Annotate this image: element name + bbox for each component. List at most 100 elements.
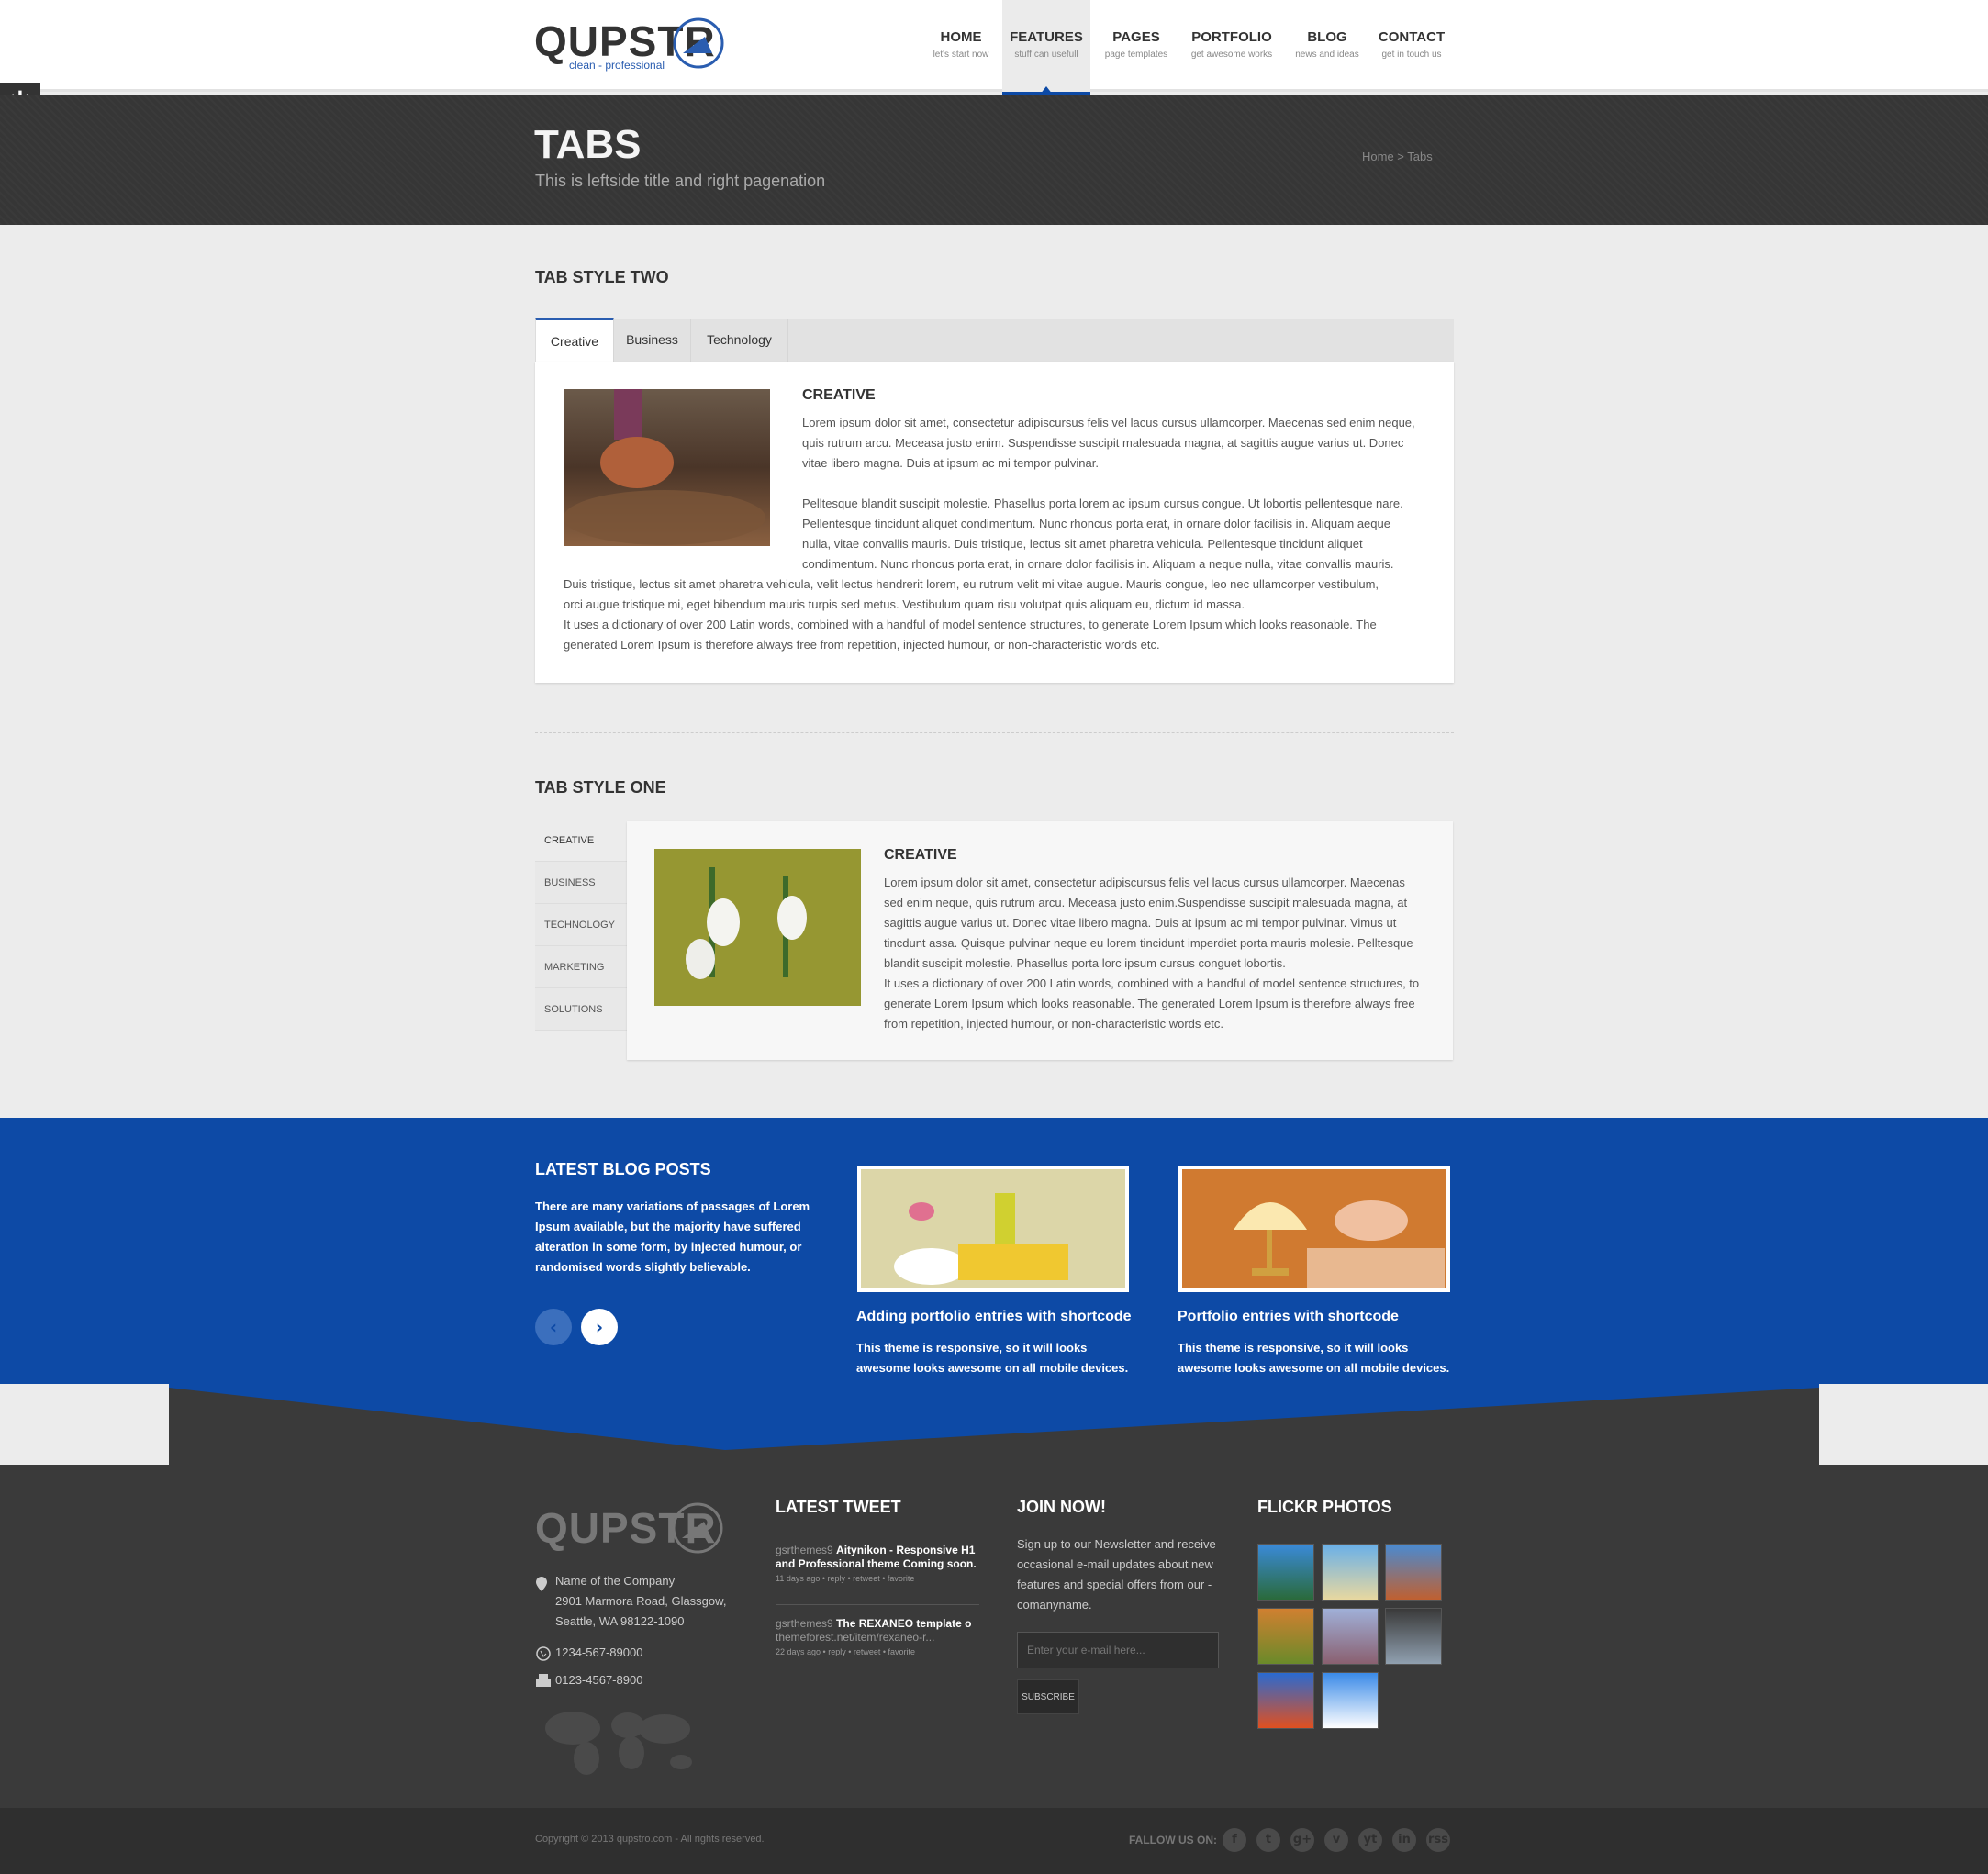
nav-features[interactable]: FEATURES stuff can usefull [1002,0,1090,95]
running-shoe-image [564,389,770,546]
follow-us-label: FALLOW US ON: [1129,1834,1217,1846]
tweet-1-text: Aitynikon - Responsive H1 [836,1544,976,1556]
flickr-photo-5[interactable] [1322,1608,1379,1665]
tweet-divider [776,1604,979,1605]
tweet-1[interactable]: gsrthemes9 Aitynikon - Responsive H1 and… [776,1544,979,1586]
blog-post-1-text: This theme is responsive, so it will loo… [856,1341,1129,1375]
tab-creative[interactable]: Creative [535,318,614,362]
snowdrop-flower-image [654,849,861,1006]
tweet-2-meta: 22 days ago • reply • retweet • favorite [776,1647,916,1656]
nav-portfolio[interactable]: PORTFOLIO get awesome works [1186,0,1278,95]
fax-icon [536,1674,551,1687]
blog-intro: There are many variations of passages of… [535,1199,810,1274]
tab-bar-two: Creative Business Technology [535,318,1454,362]
nav-blog[interactable]: BLOG news and ideas [1290,0,1364,95]
chevron-right-icon: › [595,1316,604,1338]
panel-two-paragraph-1: Lorem ipsum dolor sit amet, consectetur … [802,416,1415,470]
latest-blog-section: LATEST BLOG POSTS There are many variati… [0,1118,1988,1384]
footer-bottom-bar: Copyright © 2013 qupstro.com - All right… [0,1808,1988,1874]
tweet-2-user: gsrthemes9 [776,1617,833,1630]
panel-two-line-4: condimentum. Nunc rhoncus porta erat, in… [802,557,1394,571]
panel-two-line-1: Pelltesque blandit suscipit molestie. Ph… [802,496,1403,510]
rss-icon[interactable]: rss [1426,1828,1450,1852]
page-title: TABS [534,122,642,167]
join-text: Sign up to our Newsletter and receive oc… [1017,1537,1216,1612]
flickr-photo-4[interactable] [1257,1608,1314,1665]
logo[interactable]: QUPSTR clean - professional [534,17,724,72]
phone-number: 1234-567-89000 [555,1645,643,1659]
youtube-icon[interactable]: yt [1358,1828,1382,1852]
panel-two-line-5: Duis tristique, lectus sit amet pharetra… [564,577,1379,591]
world-map-icon [545,1712,692,1775]
tweet-1-meta: 11 days ago • reply • retweet • favorite [776,1574,915,1583]
blog-prev-button[interactable]: ‹ [535,1309,572,1345]
page-banner: TABS This is leftside title and right pa… [0,95,1988,225]
blog-post-1-image[interactable] [857,1166,1129,1292]
flickr-photo-2[interactable] [1322,1544,1379,1601]
tweet-1-text-2: and Professional theme Coming soon. [776,1557,977,1570]
logo-icon [673,17,724,69]
flickr-heading: FLICKR PHOTOS [1257,1498,1392,1516]
panel-one-title: CREATIVE [884,847,957,863]
flickr-photo-7[interactable] [1257,1672,1314,1729]
tweet-2-text: The REXANEO template o [836,1617,972,1630]
map-pin-icon [536,1577,547,1591]
nav-contact[interactable]: CONTACT get in touch us [1373,0,1450,95]
nav-home[interactable]: HOME let's start now [929,0,993,95]
chevron-left-icon: ‹ [549,1316,558,1338]
facebook-icon[interactable]: f [1223,1828,1246,1852]
panel-two-line-2: Pellentesque tincidunt aliquet condiment… [802,517,1390,530]
site-footer: QUPSTR Name of the Company 2901 Marmora … [0,1465,1988,1808]
newsletter-email-input[interactable] [1017,1632,1219,1668]
tab-style-one-heading: TAB STYLE ONE [535,778,666,797]
vtab-creative[interactable]: CREATIVE [535,820,627,862]
flickr-photo-3[interactable] [1385,1544,1442,1601]
vtab-solutions[interactable]: SOLUTIONS [535,988,627,1031]
blog-post-2-title[interactable]: Portfolio entries with shortcode [1178,1309,1399,1325]
panel-one-paragraph-2: It uses a dictionary of over 200 Latin w… [884,976,1420,1031]
blog-post-2-text: This theme is responsive, so it will loo… [1178,1341,1450,1375]
vertical-tab-list: CREATIVE BUSINESS TECHNOLOGY MARKETING S… [535,820,627,1031]
panel-two-title: CREATIVE [802,387,876,403]
logo-tagline: clean - professional [569,59,665,72]
site-header: QUPSTR clean - professional HOME let's st… [0,0,1988,95]
latest-tweet-heading: LATEST TWEET [776,1498,901,1516]
blog-post-1-title[interactable]: Adding portfolio entries with shortcode [856,1309,1132,1325]
footer-logo[interactable]: QUPSTR [535,1502,723,1554]
vtab-business[interactable]: BUSINESS [535,862,627,904]
address-line-1: Name of the Company [555,1574,676,1588]
tab-style-two-heading: TAB STYLE TWO [535,268,669,286]
tab-panel-two: CREATIVE Lorem ipsum dolor sit amet, con… [535,362,1454,683]
fax-number: 0123-4567-8900 [555,1673,643,1687]
tab-technology[interactable]: Technology [691,319,788,362]
footer-notch-shape [0,1384,1988,1467]
flickr-photo-8[interactable] [1322,1672,1379,1729]
vimeo-icon[interactable]: v [1324,1828,1348,1852]
copyright: Copyright © 2013 qupstro.com - All right… [535,1834,765,1845]
footer-logo-icon [672,1502,723,1554]
tweet-2-text-2: themeforest.net/item/rexaneo-r... [776,1631,935,1644]
subscribe-button[interactable]: SUBSCRIBE [1017,1679,1079,1714]
nav-pages[interactable]: PAGES page templates [1100,0,1173,95]
panel-one-paragraph-1: Lorem ipsum dolor sit amet, consectetur … [884,876,1413,970]
vtab-marketing[interactable]: MARKETING [535,946,627,988]
tab-panel-one: CREATIVE Lorem ipsum dolor sit amet, con… [627,821,1453,1060]
google-plus-icon[interactable]: g+ [1290,1828,1314,1852]
page-subtitle: This is leftside title and right pagenat… [535,172,826,190]
social-icons: f t g+ v yt in rss [1223,1828,1460,1852]
section-divider [535,732,1454,733]
panel-two-line-6: orci augue tristique mi, eget bibendum m… [564,597,1245,611]
tweet-2[interactable]: gsrthemes9 The REXANEO template o themef… [776,1617,979,1659]
blog-next-button[interactable]: › [581,1309,618,1345]
breadcrumb[interactable]: Home > Tabs [1362,150,1433,163]
linkedin-icon[interactable]: in [1392,1828,1416,1852]
vtab-technology[interactable]: TECHNOLOGY [535,904,627,946]
tab-business[interactable]: Business [614,319,691,362]
address-line-3: Seattle, WA 98122-1090 [555,1614,685,1628]
panel-two-line-3: nulla, vitae convallis mauris. Duis tris… [802,537,1363,551]
flickr-photo-1[interactable] [1257,1544,1314,1601]
panel-two-line-8: generated Lorem Ipsum is therefore alway… [564,638,1160,652]
blog-post-2-image[interactable] [1178,1166,1450,1292]
flickr-photo-6[interactable] [1385,1608,1442,1665]
twitter-icon[interactable]: t [1256,1828,1280,1852]
